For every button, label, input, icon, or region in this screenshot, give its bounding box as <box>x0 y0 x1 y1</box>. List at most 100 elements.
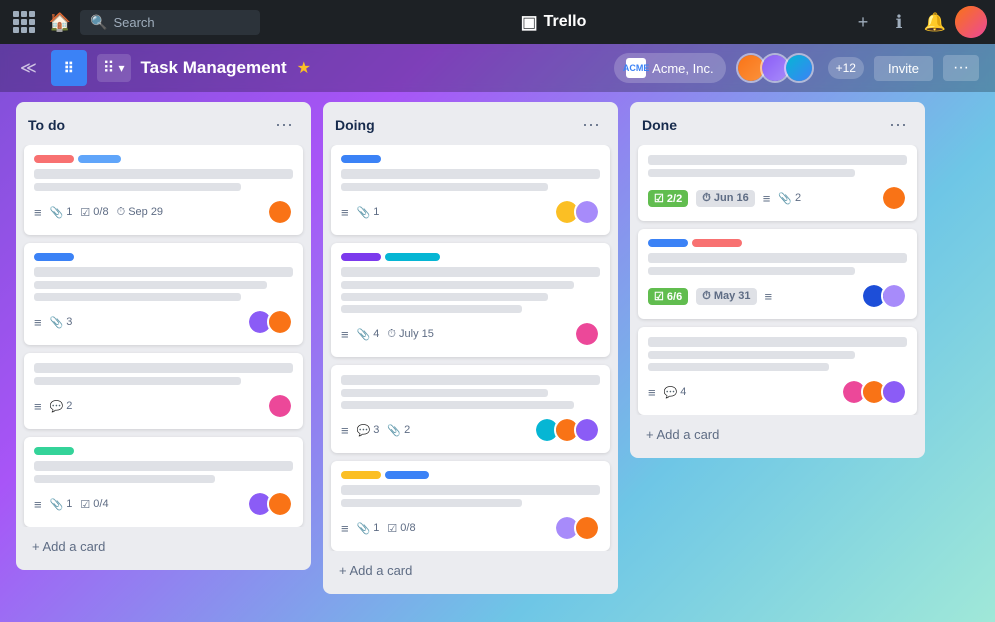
member-avatar-3[interactable] <box>784 53 814 83</box>
board-canvas: To do···≡📎1☑0/8⏱Sep 29≡📎3≡💬2≡📎1☑0/4+ Add… <box>0 92 995 622</box>
card-meta-item: 💬4 <box>664 386 687 399</box>
card[interactable]: ≡💬2 <box>24 353 303 429</box>
card-avatar[interactable] <box>574 321 600 347</box>
card[interactable]: ≡📎4⏱July 15 <box>331 243 610 357</box>
app-title-text: Trello <box>544 13 587 31</box>
extra-members-badge[interactable]: +12 <box>828 57 864 79</box>
meta-text: 1 <box>373 206 379 218</box>
card-meta-item: ☑0/8 <box>80 206 108 219</box>
card-label <box>341 155 381 163</box>
card-avatar[interactable] <box>267 491 293 517</box>
card-meta: ☑ 6/6⏱ May 31≡ <box>648 288 772 305</box>
home-button[interactable]: 🏠 <box>44 6 76 38</box>
card-meta-item: 📎1 <box>357 206 380 219</box>
card-text-line <box>341 375 600 385</box>
menu-lines-icon: ≡ <box>648 385 656 400</box>
card-avatar[interactable] <box>574 515 600 541</box>
card-text-line <box>341 169 600 179</box>
card-avatar[interactable] <box>881 379 907 405</box>
grid-icon <box>13 11 35 33</box>
user-avatar[interactable] <box>955 6 987 38</box>
card[interactable]: ≡ 📎1 <box>331 145 610 235</box>
meta-text: 0/8 <box>400 522 415 534</box>
card-footer: ≡💬2 <box>34 393 293 419</box>
card-label <box>34 155 74 163</box>
card-avatar[interactable] <box>267 393 293 419</box>
invite-button[interactable]: Invite <box>874 56 933 81</box>
add-button[interactable]: + <box>847 6 879 38</box>
card-avatar[interactable] <box>574 199 600 225</box>
add-card-button[interactable]: + Add a card <box>20 531 307 562</box>
card[interactable]: ☑ 2/2⏱ Jun 16≡📎2 <box>638 145 917 221</box>
card-label <box>385 253 440 261</box>
meta-icon: ☑ <box>387 522 397 535</box>
add-card-button[interactable]: + Add a card <box>327 555 614 586</box>
card-text-line <box>648 169 855 177</box>
menu-lines-icon: ≡ <box>341 327 349 342</box>
card-badge: ⏱ Jun 16 <box>696 190 754 207</box>
card-meta: ≡💬3📎2 <box>341 423 410 438</box>
card-avatar[interactable] <box>881 185 907 211</box>
board-nav-button[interactable]: ⠿ ▾ <box>97 54 131 82</box>
card-meta: ≡📎1☑0/8⏱Sep 29 <box>34 205 163 220</box>
card[interactable]: ≡💬3📎2 <box>331 365 610 453</box>
card-meta-item: 📎1 <box>50 206 73 219</box>
card-text-line <box>341 499 522 507</box>
card[interactable]: ≡ 💬4 <box>638 327 917 415</box>
column-menu-button[interactable]: ··· <box>576 112 606 137</box>
card-text-line <box>341 267 600 277</box>
card-text-line <box>648 267 855 275</box>
card[interactable]: ≡📎3 <box>24 243 303 345</box>
card-avatar[interactable] <box>574 417 600 443</box>
card-avatars <box>247 491 293 517</box>
meta-text: 0/8 <box>93 206 108 218</box>
search-placeholder: Search <box>113 15 154 30</box>
card-footer: ☑ 6/6⏱ May 31≡ <box>648 283 907 309</box>
card[interactable]: ☑ 6/6⏱ May 31≡ <box>638 229 917 319</box>
info-button[interactable]: ℹ <box>883 6 915 38</box>
card[interactable]: ≡📎1☑0/8⏱Sep 29 <box>24 145 303 235</box>
grid-menu-button[interactable] <box>8 6 40 38</box>
board-star-button[interactable]: ★ <box>297 58 311 78</box>
card-labels <box>341 155 600 163</box>
meta-icon: 📎 <box>357 328 371 341</box>
collapse-sidebar-button[interactable]: ≪ <box>16 54 41 82</box>
column-done: Done···☑ 2/2⏱ Jun 16≡📎2☑ 6/6⏱ May 31≡≡💬4… <box>630 102 925 458</box>
board-more-button[interactable]: ··· <box>943 55 979 81</box>
card-avatars <box>861 283 907 309</box>
card-avatar[interactable] <box>881 283 907 309</box>
card-text-line <box>341 293 548 301</box>
column-menu-button[interactable]: ··· <box>883 112 913 137</box>
card-footer: ≡💬3📎2 <box>341 417 600 443</box>
card-text-line <box>648 363 829 371</box>
meta-icon: 📎 <box>50 206 64 219</box>
card-meta-item: ≡ <box>341 205 349 220</box>
card[interactable]: ≡📎1☑0/8 <box>331 461 610 551</box>
card-text-line <box>341 389 548 397</box>
meta-icon: 💬 <box>664 386 678 399</box>
column-menu-button[interactable]: ··· <box>269 112 299 137</box>
search-bar[interactable]: 🔍 Search <box>80 10 260 35</box>
meta-text: 3 <box>66 316 72 328</box>
card-meta-item: ≡ <box>34 315 42 330</box>
card-meta-item: 💬3 <box>357 424 380 437</box>
add-card-button[interactable]: + Add a card <box>634 419 921 450</box>
meta-icon: 📎 <box>50 498 64 511</box>
organization-button[interactable]: ACME Acme, Inc. <box>614 53 725 83</box>
card-avatar[interactable] <box>267 309 293 335</box>
card[interactable]: ≡📎1☑0/4 <box>24 437 303 527</box>
card-avatar[interactable] <box>267 199 293 225</box>
card-text-line <box>34 461 293 471</box>
card-meta: ≡📎4⏱July 15 <box>341 327 434 342</box>
notifications-button[interactable]: 🔔 <box>919 6 951 38</box>
card-text-line <box>34 169 293 179</box>
column-header-todo: To do··· <box>16 102 311 145</box>
card-text-line <box>341 305 522 313</box>
card-text-line <box>648 351 855 359</box>
card-footer: ≡ 📎1 <box>341 199 600 225</box>
menu-lines-icon: ≡ <box>341 521 349 536</box>
card-avatars <box>267 393 293 419</box>
meta-icon: 📎 <box>387 424 401 437</box>
card-meta: ≡ 💬4 <box>648 385 686 400</box>
nav-right-actions: + ℹ 🔔 <box>847 6 987 38</box>
